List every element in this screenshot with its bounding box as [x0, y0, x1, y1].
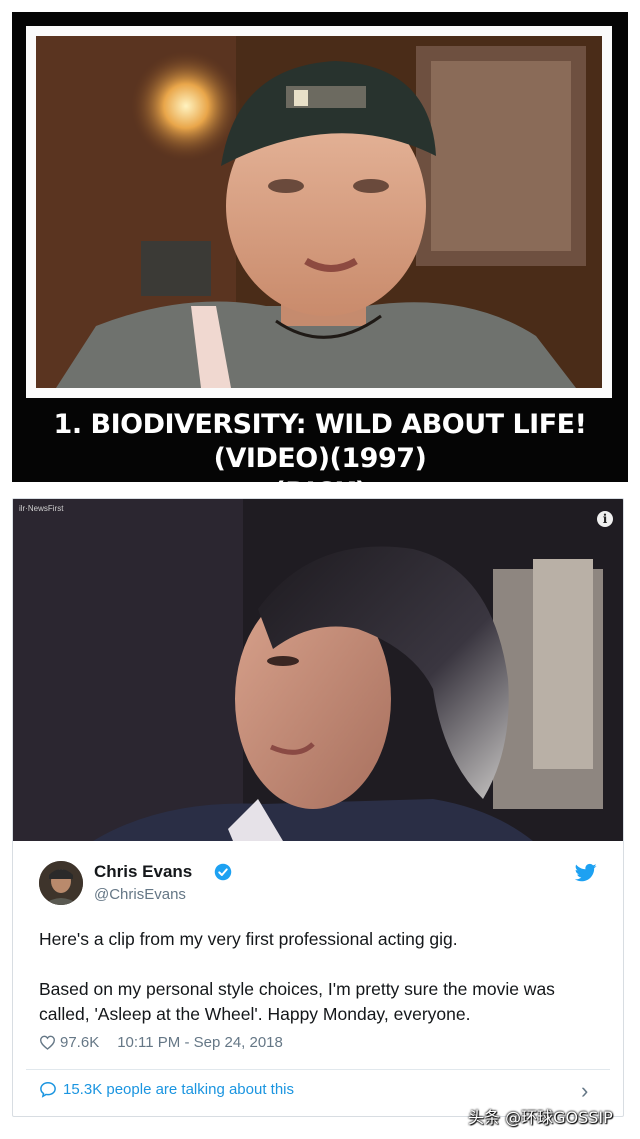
video-source-label: ilr·NewsFirst — [19, 504, 64, 513]
twitter-bird-icon[interactable] — [575, 863, 597, 883]
tweet-meta: 97.6K 10:11 PM - Sep 24, 2018 — [39, 1034, 283, 1051]
avatar-image — [39, 861, 83, 905]
meme-panel: 1. BIODIVERSITY: WILD ABOUT LIFE! (VIDEO… — [12, 12, 628, 508]
tweet-text-paragraph-2: Based on my personal style choices, I'm … — [39, 979, 555, 1024]
meme-photo-frame — [26, 26, 612, 398]
avatar[interactable] — [39, 861, 83, 905]
author-handle[interactable]: @ChrisEvans — [94, 886, 186, 903]
conversation-link[interactable]: 15.3K people are talking about this — [39, 1081, 294, 1098]
like-count[interactable]: 97.6K — [60, 1034, 99, 1051]
tweet-text: Here's a clip from my very first profess… — [39, 927, 599, 1027]
tweet-body: Chris Evans @ChrisEvans Here's a clip fr… — [13, 841, 623, 1116]
young-actor-still-image — [36, 36, 602, 388]
conversation-label[interactable]: 15.3K people are talking about this — [63, 1081, 294, 1098]
divider — [26, 1069, 610, 1070]
meme-caption-line1: 1. BIODIVERSITY: WILD ABOUT LIFE! (VIDEO… — [53, 409, 587, 474]
author-name[interactable]: Chris Evans — [94, 862, 192, 882]
tweet-timestamp[interactable]: 10:11 PM - Sep 24, 2018 — [117, 1034, 283, 1051]
meme-caption: 1. BIODIVERSITY: WILD ABOUT LIFE! (VIDEO… — [12, 408, 628, 510]
tweet-text-paragraph-1: Here's a clip from my very first profess… — [39, 929, 458, 949]
verified-badge-icon — [214, 863, 232, 881]
tweet-video-player[interactable]: ilr·NewsFirst i — [13, 499, 623, 841]
meme-photo — [36, 36, 602, 388]
watermark-text: 头条 @环球GOSSIP — [468, 1108, 613, 1127]
heart-icon[interactable] — [39, 1035, 56, 1050]
video-frame-image — [13, 499, 623, 841]
speech-bubble-icon — [40, 1081, 56, 1098]
chevron-right-icon[interactable]: › — [581, 1080, 588, 1102]
info-icon[interactable]: i — [597, 511, 613, 527]
embedded-tweet-card[interactable]: ilr·NewsFirst i Chris Evans @ChrisEvans … — [12, 498, 624, 1117]
